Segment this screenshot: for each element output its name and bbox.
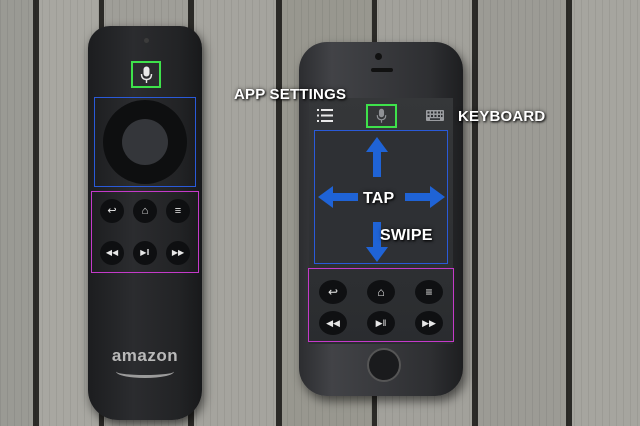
menu-icon: ≡	[174, 204, 182, 217]
remote-play-pause-button[interactable]: ▶ǁ	[133, 241, 157, 265]
arrow-left-icon	[318, 186, 358, 208]
tap-label: TAP	[363, 190, 395, 207]
select-button[interactable]	[122, 119, 168, 165]
app-settings-icon[interactable]	[317, 109, 333, 122]
app-menu-button[interactable]: ≡	[415, 280, 443, 304]
ir-sensor	[144, 38, 149, 43]
app-play-pause-button[interactable]: ▶ǁ	[367, 311, 395, 335]
home-icon: ⌂	[141, 204, 149, 217]
app-rewind-button[interactable]: ◀◀	[319, 311, 347, 335]
amazon-logo: amazon	[111, 346, 179, 365]
home-icon: ⌂	[377, 285, 385, 299]
front-camera	[375, 53, 382, 60]
remote-fast-forward-button[interactable]: ▶▶	[166, 241, 190, 265]
rewind-icon: ◀◀	[326, 317, 340, 328]
play-pause-icon: ▶ǁ	[375, 317, 387, 328]
rewind-icon: ◀◀	[105, 248, 119, 257]
play-pause-icon: ▶ǁ	[140, 248, 150, 257]
photo-scene: ↩ ⌂ ≡ ◀◀ ▶ǁ ▶▶ amazon ↩ ⌂ ≡ ◀◀ ▶ǁ ▶▶ APP…	[0, 0, 640, 426]
remote-back-button[interactable]: ↩	[100, 199, 124, 223]
app-fast-forward-button[interactable]: ▶▶	[415, 311, 443, 335]
app-settings-label: APP SETTINGS	[234, 86, 347, 103]
microphone-icon	[140, 66, 152, 83]
app-voice-button[interactable]	[366, 104, 397, 128]
keyboard-label: KEYBOARD	[458, 108, 546, 125]
microphone-icon	[376, 108, 387, 123]
remote-home-button[interactable]: ⌂	[133, 199, 157, 223]
remote-rewind-button[interactable]: ◀◀	[100, 241, 124, 265]
arrow-right-icon	[405, 186, 445, 208]
back-icon: ↩	[327, 285, 339, 299]
app-back-button[interactable]: ↩	[319, 280, 347, 304]
amazon-smile	[116, 365, 174, 378]
swipe-label: SWIPE	[380, 227, 433, 244]
keyboard-icon[interactable]	[426, 110, 444, 121]
arrow-up-icon	[366, 137, 388, 177]
app-home-button[interactable]: ⌂	[367, 280, 395, 304]
home-button[interactable]	[367, 348, 401, 382]
earpiece-speaker	[371, 68, 393, 72]
remote-voice-button[interactable]	[131, 61, 161, 88]
remote-menu-button[interactable]: ≡	[166, 199, 190, 223]
back-icon: ↩	[107, 204, 117, 217]
menu-icon: ≡	[425, 285, 433, 299]
fast-forward-icon: ▶▶	[171, 248, 185, 257]
fast-forward-icon: ▶▶	[422, 317, 436, 328]
